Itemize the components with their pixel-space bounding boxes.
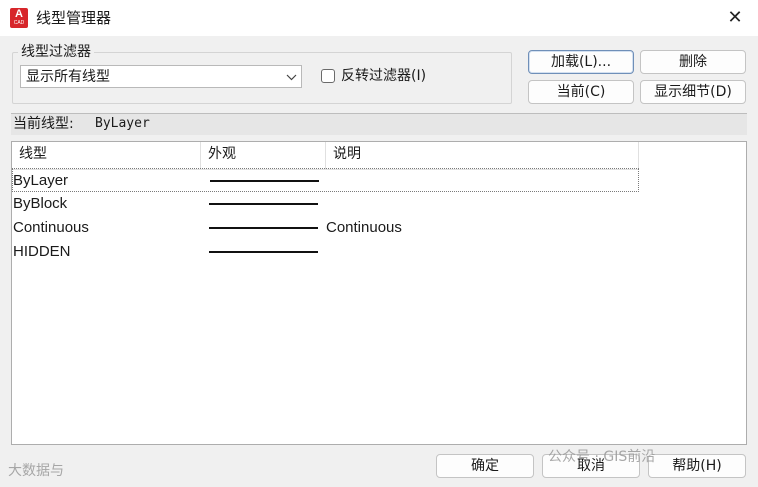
- linetype-name: ByLayer: [13, 172, 69, 189]
- linetype-name: Continuous: [13, 219, 89, 236]
- invert-filter-checkbox[interactable]: [321, 69, 335, 83]
- linetype-appearance-sample: [209, 251, 318, 253]
- delete-button[interactable]: 删除: [640, 50, 746, 74]
- watermark-right: 公众号 · GIS前沿: [548, 449, 656, 465]
- chevron-down-icon: [286, 67, 297, 87]
- linetype-manager-dialog: A CAD 线型管理器 ✕ 线型过滤器 显示所有线型 反转过滤器(I) 加载(L…: [0, 0, 758, 487]
- table-row[interactable]: ByLayer: [12, 168, 639, 192]
- column-header-appearance[interactable]: 外观: [201, 142, 326, 169]
- list-header: 线型 外观 说明: [12, 142, 639, 170]
- current-linetype-bar: 当前线型: ByLayer: [11, 113, 747, 135]
- watermark-left: 大数据与: [8, 463, 64, 479]
- show-details-button[interactable]: 显示细节(D): [640, 80, 746, 104]
- linetype-appearance-sample: [210, 180, 319, 182]
- linetype-name: ByBlock: [13, 195, 68, 212]
- current-linetype-value: ByLayer: [95, 116, 150, 131]
- linetype-filter-label: 线型过滤器: [18, 44, 94, 60]
- linetype-description: Continuous: [326, 219, 402, 236]
- help-button[interactable]: 帮助(H): [648, 454, 746, 478]
- invert-filter-label[interactable]: 反转过滤器(I): [341, 67, 426, 85]
- linetype-appearance-sample: [209, 227, 318, 229]
- column-header-linetype[interactable]: 线型: [12, 142, 201, 169]
- linetype-appearance-sample: [209, 203, 318, 205]
- close-icon[interactable]: ✕: [720, 4, 750, 32]
- table-row[interactable]: Continuous Continuous: [12, 216, 639, 240]
- linetype-list[interactable]: 线型 外观 说明 ByLayer ByBlock Continuous Cont…: [11, 141, 747, 445]
- linetype-name: HIDDEN: [13, 243, 71, 260]
- column-header-description[interactable]: 说明: [326, 142, 639, 169]
- filter-selected-value: 显示所有线型: [26, 69, 110, 85]
- linetype-filter-dropdown[interactable]: 显示所有线型: [20, 65, 302, 88]
- table-row[interactable]: ByBlock: [12, 192, 639, 216]
- current-linetype-label: 当前线型:: [13, 116, 74, 132]
- window-title: 线型管理器: [36, 9, 112, 27]
- title-bar: A CAD 线型管理器 ✕: [0, 0, 758, 36]
- autocad-app-icon: A CAD: [10, 8, 28, 28]
- table-row[interactable]: HIDDEN: [12, 240, 639, 264]
- current-button[interactable]: 当前(C): [528, 80, 634, 104]
- ok-button[interactable]: 确定: [436, 454, 534, 478]
- load-button[interactable]: 加载(L)...: [528, 50, 634, 74]
